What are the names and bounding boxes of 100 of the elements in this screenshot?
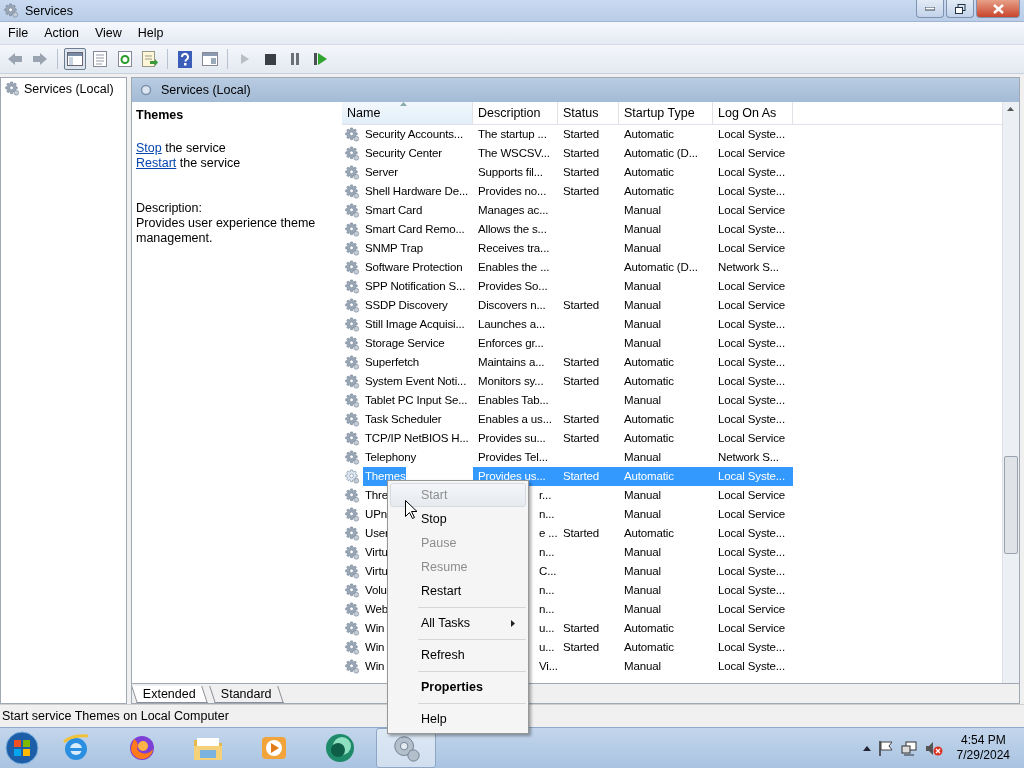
table-cell-text: Volu bbox=[364, 583, 387, 598]
table-cell: Manual bbox=[624, 584, 661, 596]
table-cell: Started bbox=[563, 470, 600, 482]
table-cell: Provides su... bbox=[478, 432, 546, 444]
table-cell: r... bbox=[539, 489, 552, 501]
table-cell: Local Syste... bbox=[718, 394, 785, 406]
table-cell: Started bbox=[563, 641, 600, 653]
table-cell-text: Tablet PC Input Se... bbox=[364, 393, 468, 408]
table-cell: Started bbox=[563, 166, 600, 178]
mouse-cursor-icon bbox=[405, 500, 417, 519]
table-cell: Local Syste... bbox=[718, 185, 785, 197]
description-label: Description: bbox=[136, 201, 203, 216]
table-cell-text: Smart Card bbox=[364, 203, 423, 218]
table-cell: Automatic bbox=[624, 641, 674, 653]
gear-icon bbox=[5, 81, 20, 96]
table-cell: Started bbox=[563, 622, 600, 634]
table-cell: Local Syste... bbox=[718, 413, 785, 425]
table-cell-text: Thre bbox=[364, 488, 389, 503]
speaker-muted-icon[interactable] bbox=[924, 740, 943, 756]
menu-item[interactable]: Refresh bbox=[390, 643, 526, 667]
view-tab[interactable]: Extended bbox=[131, 686, 208, 703]
menu-item[interactable]: Help bbox=[129, 26, 172, 40]
gear-icon bbox=[345, 545, 360, 560]
play-icon bbox=[240, 53, 250, 65]
panes-icon bbox=[67, 52, 83, 66]
table-cell: Local Service bbox=[718, 280, 786, 292]
table-cell: Provides Tel... bbox=[478, 451, 548, 463]
action-link[interactable]: Stop bbox=[136, 141, 162, 155]
menu-item[interactable]: File bbox=[0, 26, 37, 40]
table-cell: Manual bbox=[624, 565, 661, 577]
close-button[interactable] bbox=[976, 0, 1020, 18]
browser-icon bbox=[61, 733, 91, 763]
table-cell: Started bbox=[563, 356, 600, 368]
menu-item[interactable]: Help bbox=[390, 707, 526, 731]
table-cell: Manual bbox=[624, 242, 661, 254]
table-cell: Local Syste... bbox=[718, 546, 785, 558]
tree-item[interactable]: Services (Local) bbox=[24, 81, 114, 96]
clock-date[interactable]: 7/29/2024 bbox=[956, 748, 1010, 763]
table-cell: Local Syste... bbox=[718, 470, 785, 482]
table-cell-text: UPn bbox=[364, 507, 387, 522]
menu-item[interactable]: Stop bbox=[390, 507, 526, 531]
table-cell: Local Syste... bbox=[718, 565, 785, 577]
gear-icon bbox=[345, 260, 360, 275]
gear-icon bbox=[345, 279, 360, 294]
start-button[interactable] bbox=[4, 730, 40, 766]
table-cell: Local Service bbox=[718, 622, 786, 634]
table-cell: u... bbox=[539, 641, 555, 653]
network-icon[interactable] bbox=[900, 740, 917, 756]
menu-item[interactable]: Properties bbox=[390, 675, 526, 699]
service-action-text: Stop the service bbox=[136, 141, 227, 156]
table-cell: Manual bbox=[624, 318, 661, 330]
table-cell-text: System Event Noti... bbox=[364, 374, 467, 389]
scrollbar-thumb[interactable] bbox=[1004, 456, 1018, 554]
table-cell: Manual bbox=[624, 508, 661, 520]
table-cell-text: SPP Notification S... bbox=[364, 279, 466, 294]
restore-button[interactable] bbox=[946, 0, 974, 18]
view-tab[interactable]: Standard bbox=[209, 686, 284, 703]
gear-icon bbox=[345, 526, 360, 541]
table-cell: Automatic bbox=[624, 432, 674, 444]
minimize-icon bbox=[925, 6, 935, 11]
menu-item[interactable]: Action bbox=[36, 26, 87, 40]
flag-icon[interactable] bbox=[878, 740, 893, 756]
table-cell: n... bbox=[539, 584, 555, 596]
table-cell: Local Service bbox=[718, 508, 786, 520]
table-cell-text: Security Accounts... bbox=[364, 127, 463, 142]
table-cell-text: Security Center bbox=[364, 146, 442, 161]
clock-time[interactable]: 4:54 PM bbox=[960, 733, 1006, 748]
gear-icon bbox=[345, 659, 360, 674]
caret-icon[interactable] bbox=[862, 745, 871, 751]
sort-arrow-icon bbox=[400, 102, 407, 106]
table-cell-text: Software Protection bbox=[364, 260, 463, 275]
table-cell: Automatic bbox=[624, 128, 674, 140]
table-cell-text: User bbox=[364, 526, 389, 541]
action-link[interactable]: Restart bbox=[136, 156, 177, 170]
table-cell-text: Smart Card Remo... bbox=[364, 222, 465, 237]
table-cell: Started bbox=[563, 375, 600, 387]
table-cell: Manual bbox=[624, 489, 661, 501]
menu-item[interactable]: All Tasks bbox=[390, 611, 526, 635]
table-cell-text: Win bbox=[364, 640, 385, 655]
menu-item[interactable]: View bbox=[86, 26, 130, 40]
table-cell: Vi... bbox=[539, 660, 558, 672]
panel-title: Services (Local) bbox=[161, 83, 251, 97]
table-cell: Monitors sy... bbox=[478, 375, 544, 387]
table-cell-text: TCP/IP NetBIOS H... bbox=[364, 431, 469, 446]
gear-icon bbox=[345, 583, 360, 598]
table-cell-text: Web bbox=[364, 602, 388, 617]
media-player-icon bbox=[260, 734, 288, 762]
menu-item[interactable]: Restart bbox=[390, 579, 526, 603]
column-header[interactable]: Name bbox=[342, 102, 473, 124]
toolbar-button[interactable] bbox=[64, 48, 86, 70]
table-cell: The startup ... bbox=[478, 128, 547, 140]
table-cell: Local Syste... bbox=[718, 641, 785, 653]
table-cell: Local Syste... bbox=[718, 166, 785, 178]
table-cell: C... bbox=[539, 565, 557, 577]
table-cell: Started bbox=[563, 432, 600, 444]
table-cell: Manages ac... bbox=[478, 204, 549, 216]
submenu-arrow-icon bbox=[511, 619, 515, 627]
table-cell: Local Service bbox=[718, 147, 786, 159]
scrollbar[interactable] bbox=[1002, 102, 1019, 683]
table-cell: Local Service bbox=[718, 242, 786, 254]
